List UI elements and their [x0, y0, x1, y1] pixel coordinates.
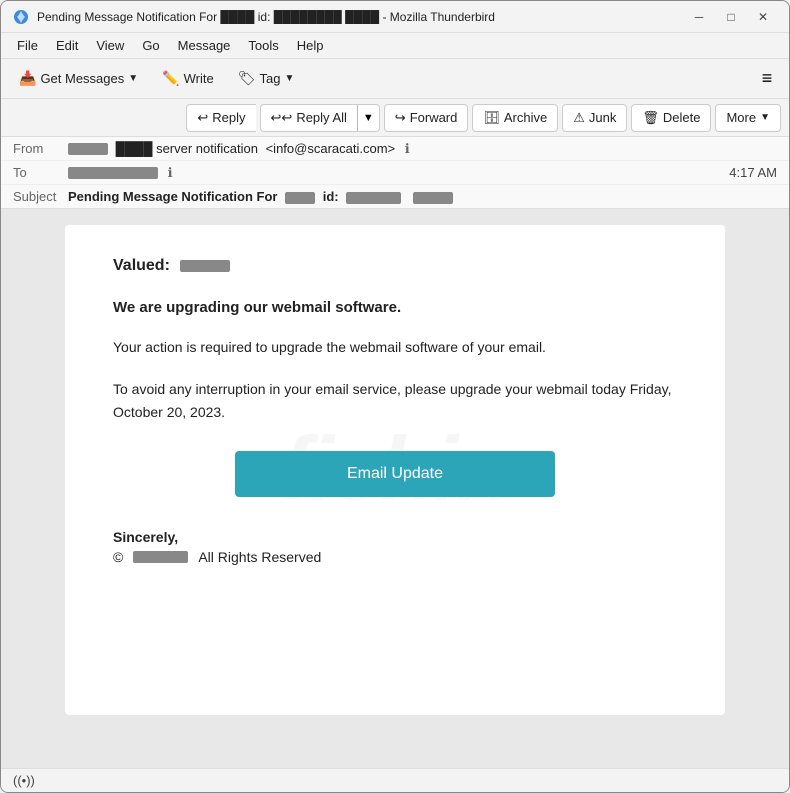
- maximize-button[interactable]: □: [717, 7, 745, 27]
- app-icon: [13, 9, 29, 25]
- to-label: To: [13, 165, 68, 180]
- sincerely-text: Sincerely,: [113, 529, 677, 545]
- forward-label: Forward: [410, 110, 458, 125]
- menu-message[interactable]: Message: [170, 36, 239, 55]
- subject-label: Subject: [13, 189, 68, 204]
- get-messages-button[interactable]: 📥 Get Messages ▼: [9, 65, 148, 93]
- delete-icon: 🗑: [642, 110, 659, 126]
- delete-label: Delete: [663, 110, 701, 125]
- get-messages-arrow-icon: ▼: [128, 73, 138, 84]
- from-name-redacted: [68, 143, 108, 155]
- more-button[interactable]: More ▼: [715, 104, 781, 132]
- action-bar: ↩ Reply ↩↩ Reply All ▼ ↪ Forward 🗄 Archi…: [1, 99, 789, 137]
- menu-bar: File Edit View Go Message Tools Help: [1, 33, 789, 59]
- junk-button[interactable]: ⚠ Junk: [562, 104, 627, 132]
- subject-redacted-3: [413, 192, 453, 204]
- from-label: From: [13, 141, 68, 156]
- tag-arrow-icon: ▼: [284, 73, 294, 84]
- to-row: To ℹ 4:17 AM: [1, 161, 789, 185]
- window-title: Pending Message Notification For ████ id…: [37, 10, 685, 24]
- reply-label: Reply: [212, 110, 245, 125]
- delete-button[interactable]: 🗑 Delete: [631, 104, 711, 132]
- from-row: From ████ server notification <info@scar…: [1, 137, 789, 161]
- subject-redacted-1: [285, 192, 315, 204]
- tag-button[interactable]: 🏷 Tag ▼: [228, 65, 305, 93]
- from-info-icon[interactable]: ℹ: [405, 141, 410, 156]
- reply-button[interactable]: ↩ Reply: [186, 104, 255, 132]
- menu-file[interactable]: File: [9, 36, 46, 55]
- get-messages-label: Get Messages: [40, 71, 124, 86]
- menu-edit[interactable]: Edit: [48, 36, 86, 55]
- subject-redacted-2: [346, 192, 401, 204]
- sincerely-section: Sincerely, © All Rights Reserved: [113, 529, 677, 565]
- email-headers: From ████ server notification <info@scar…: [1, 137, 789, 209]
- to-value: ℹ: [68, 165, 717, 181]
- subject-value: Pending Message Notification For id:: [68, 189, 453, 204]
- copyright-line: © All Rights Reserved: [113, 549, 677, 565]
- reply-all-dropdown-button[interactable]: ▼: [357, 104, 380, 132]
- write-button[interactable]: ✏️ Write: [152, 65, 224, 93]
- junk-icon: ⚠: [573, 110, 585, 126]
- main-toolbar: 📥 Get Messages ▼ ✏️ Write 🏷 Tag ▼ ≡: [1, 59, 789, 99]
- reply-all-group: ↩↩ Reply All ▼: [260, 104, 380, 132]
- valued-label: Valued:: [113, 257, 170, 274]
- wifi-symbol: ((•)): [13, 773, 35, 788]
- email-body-container: fishin Valued: We are upgrading our webm…: [1, 209, 789, 768]
- archive-label: Archive: [504, 110, 547, 125]
- reply-all-label: Reply All: [296, 110, 347, 125]
- status-bar: ((•)): [1, 768, 789, 792]
- close-button[interactable]: ✕: [749, 7, 777, 27]
- menu-go[interactable]: Go: [134, 36, 167, 55]
- hamburger-button[interactable]: ≡: [753, 65, 781, 93]
- get-messages-icon: 📥: [19, 70, 36, 87]
- archive-icon: 🗄: [483, 110, 500, 126]
- reply-icon: ↩: [197, 110, 208, 126]
- email-update-button[interactable]: Email Update: [235, 451, 555, 497]
- write-label: Write: [184, 71, 214, 86]
- wifi-icon: ((•)): [13, 773, 35, 788]
- upgrade-heading: We are upgrading our webmail software.: [113, 299, 677, 316]
- from-value: ████ server notification <info@scaracati…: [68, 141, 777, 157]
- reply-all-icon: ↩↩: [271, 110, 293, 126]
- tag-label: Tag: [260, 71, 281, 86]
- email-card: fishin Valued: We are upgrading our webm…: [65, 225, 725, 715]
- forward-button[interactable]: ↪ Forward: [384, 104, 469, 132]
- minimize-button[interactable]: ─: [685, 7, 713, 27]
- more-arrow-icon: ▼: [760, 112, 770, 123]
- tag-icon: 🏷: [238, 70, 256, 87]
- forward-icon: ↪: [395, 110, 406, 126]
- junk-label: Junk: [589, 110, 616, 125]
- company-redacted: [133, 551, 188, 563]
- archive-button[interactable]: 🗄 Archive: [472, 104, 558, 132]
- more-label: More: [726, 110, 756, 125]
- subject-row: Subject Pending Message Notification For…: [1, 185, 789, 208]
- window-controls: ─ □ ✕: [685, 7, 777, 27]
- body-paragraph-2: To avoid any interruption in your email …: [113, 378, 677, 423]
- menu-tools[interactable]: Tools: [240, 36, 286, 55]
- valued-name-redacted: [180, 260, 230, 272]
- hamburger-icon: ≡: [762, 68, 773, 89]
- subject-bold-text: Pending Message Notification For: [68, 189, 277, 204]
- menu-view[interactable]: View: [88, 36, 132, 55]
- menu-help[interactable]: Help: [289, 36, 332, 55]
- valued-line: Valued:: [113, 257, 677, 275]
- write-icon: ✏️: [162, 70, 179, 87]
- email-time: 4:17 AM: [717, 165, 777, 180]
- body-paragraph-1: Your action is required to upgrade the w…: [113, 336, 677, 358]
- to-info-icon[interactable]: ℹ: [168, 165, 173, 180]
- all-rights-text: All Rights Reserved: [198, 549, 321, 565]
- title-bar: Pending Message Notification For ████ id…: [1, 1, 789, 33]
- copyright-symbol: ©: [113, 549, 123, 565]
- from-name-text: ████ server notification: [116, 141, 258, 156]
- email-content: Valued: We are upgrading our webmail sof…: [113, 257, 677, 565]
- main-window: Pending Message Notification For ████ id…: [0, 0, 790, 793]
- to-redacted: [68, 167, 158, 179]
- reply-all-button[interactable]: ↩↩ Reply All: [260, 104, 357, 132]
- from-email-text: <info@scaracati.com>: [266, 141, 396, 156]
